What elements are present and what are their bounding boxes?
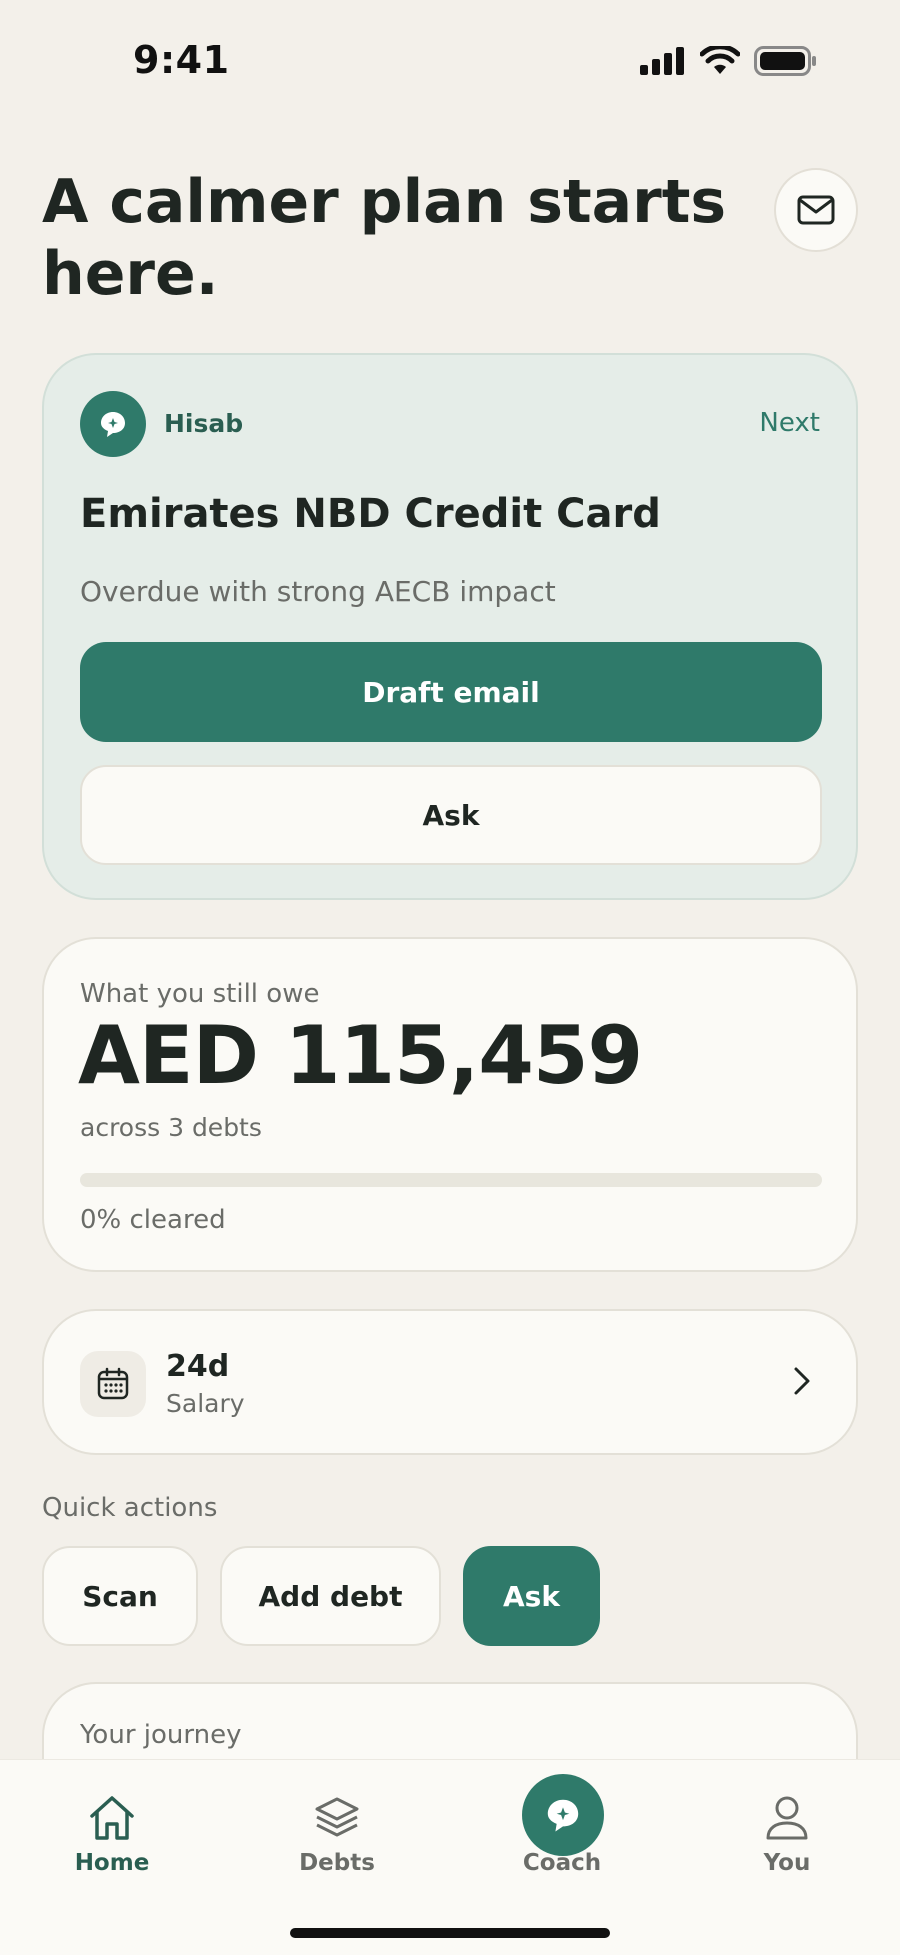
tab-debts[interactable]: Debts [267, 1790, 407, 1876]
journey-label: Your journey [80, 1720, 242, 1750]
tab-home-label: Home [74, 1850, 150, 1876]
coach-card-title: Emirates NBD Credit Card [80, 491, 661, 537]
cellular-signal-icon [640, 47, 684, 75]
person-icon [766, 1796, 808, 1840]
ask-button[interactable]: Ask [80, 765, 822, 865]
chat-sparkle-icon [101, 412, 125, 437]
salary-days: 24d [166, 1349, 230, 1384]
tab-debts-label: Debts [299, 1850, 375, 1876]
tab-home[interactable]: Home [42, 1790, 182, 1876]
progress-label: 0% cleared [80, 1205, 226, 1235]
calendar-icon [97, 1367, 129, 1400]
quick-ask-button[interactable]: Ask [463, 1546, 600, 1646]
status-icons [640, 46, 818, 76]
envelope-icon [797, 195, 835, 225]
tab-you[interactable]: You [717, 1790, 857, 1876]
coach-fab-button[interactable] [522, 1774, 604, 1856]
coach-card-subtitle: Overdue with strong AECB impact [80, 575, 556, 608]
balance-label: What you still owe [80, 979, 320, 1009]
status-time: 9:41 [133, 38, 230, 82]
salary-card[interactable]: 24d Salary [42, 1309, 858, 1455]
mail-button[interactable] [774, 168, 858, 252]
battery-icon [754, 46, 816, 76]
layers-icon [315, 1797, 359, 1837]
quick-actions-label: Quick actions [42, 1493, 218, 1523]
coach-card: Hisab Next Emirates NBD Credit Card Over… [42, 353, 858, 900]
status-bar: 9:41 [0, 0, 900, 130]
salary-icon-tile [80, 1351, 146, 1417]
coach-name: Hisab [164, 409, 244, 438]
home-indicator [290, 1928, 610, 1938]
tab-bar: Home Debts Coach You [0, 1759, 900, 1955]
progress-bar [80, 1173, 822, 1187]
next-link[interactable]: Next [759, 408, 820, 438]
coach-avatar [80, 391, 146, 457]
chat-sparkle-icon [547, 1799, 579, 1832]
scan-button[interactable]: Scan [42, 1546, 198, 1646]
salary-label: Salary [166, 1389, 245, 1418]
draft-email-button[interactable]: Draft email [80, 642, 822, 742]
home-icon [90, 1796, 134, 1840]
tab-you-label: You [763, 1850, 811, 1876]
page-title: A calmer plan starts here. [42, 167, 727, 309]
balance-amount: AED 115,459 [78, 1009, 643, 1102]
chevron-right-icon [794, 1367, 810, 1395]
balance-card[interactable]: What you still owe AED 115,459 across 3 … [42, 937, 858, 1272]
add-debt-button[interactable]: Add debt [220, 1546, 441, 1646]
debt-count: across 3 debts [80, 1113, 262, 1142]
wifi-icon [700, 46, 740, 74]
